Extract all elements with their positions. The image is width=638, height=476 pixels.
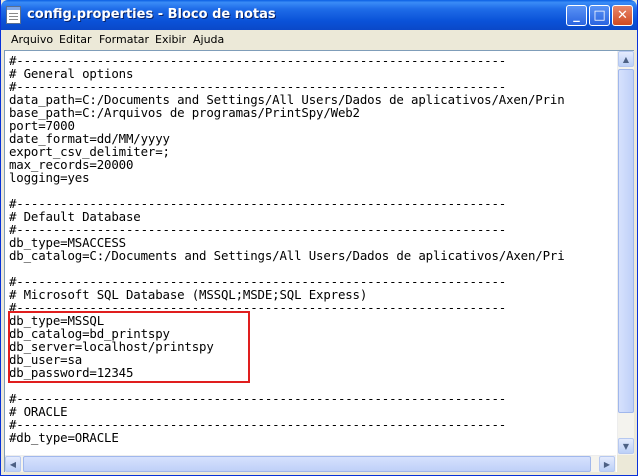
code-line: logging=yes xyxy=(9,170,90,185)
menu-bar: Arquivo Editar Formatar Exibir Ajuda xyxy=(4,30,634,49)
scroll-left-icon[interactable]: ◀ xyxy=(5,456,21,472)
scroll-right-icon[interactable]: ▶ xyxy=(599,456,615,472)
scrollbar-corner xyxy=(617,455,634,472)
title-bar[interactable]: config.properties - Bloco de notas _ □ ✕ xyxy=(1,0,637,30)
menu-arquivo[interactable]: Arquivo xyxy=(11,33,53,46)
menu-ajuda[interactable]: Ajuda xyxy=(193,33,224,46)
text-area[interactable]: #---------------------------------------… xyxy=(5,51,616,455)
code-line: db_catalog=C:/Documents and Settings/All… xyxy=(9,248,565,263)
horizontal-scroll-thumb[interactable] xyxy=(23,456,591,472)
code-line: max_records=20000 xyxy=(9,157,134,172)
menu-formatar[interactable]: Formatar xyxy=(99,33,149,46)
code-line: #---------------------------------------… xyxy=(9,391,507,406)
maximize-button[interactable]: □ xyxy=(589,5,610,26)
notepad-icon[interactable] xyxy=(6,6,21,24)
vertical-scrollbar[interactable]: ▲ ▼ xyxy=(617,51,634,455)
code-line: base_path=C:/Arquivos de programas/Print… xyxy=(9,105,360,120)
code-line: #db_type=ORACLE xyxy=(9,430,119,445)
close-button[interactable]: ✕ xyxy=(612,5,633,26)
menu-editar[interactable]: Editar xyxy=(59,33,92,46)
menu-exibir[interactable]: Exibir xyxy=(155,33,186,46)
mssql-highlight-box xyxy=(8,311,250,383)
vertical-scroll-thumb[interactable] xyxy=(618,69,634,413)
scroll-down-icon[interactable]: ▼ xyxy=(618,438,634,454)
file-content: #---------------------------------------… xyxy=(9,54,565,444)
notepad-window: config.properties - Bloco de notas _ □ ✕… xyxy=(0,0,638,476)
scroll-up-icon[interactable]: ▲ xyxy=(618,51,634,67)
horizontal-scrollbar[interactable]: ◀ ▶ xyxy=(5,455,616,472)
text-editor[interactable]: #---------------------------------------… xyxy=(4,50,634,472)
minimize-button[interactable]: _ xyxy=(566,5,587,26)
window-title: config.properties - Bloco de notas xyxy=(27,7,276,22)
